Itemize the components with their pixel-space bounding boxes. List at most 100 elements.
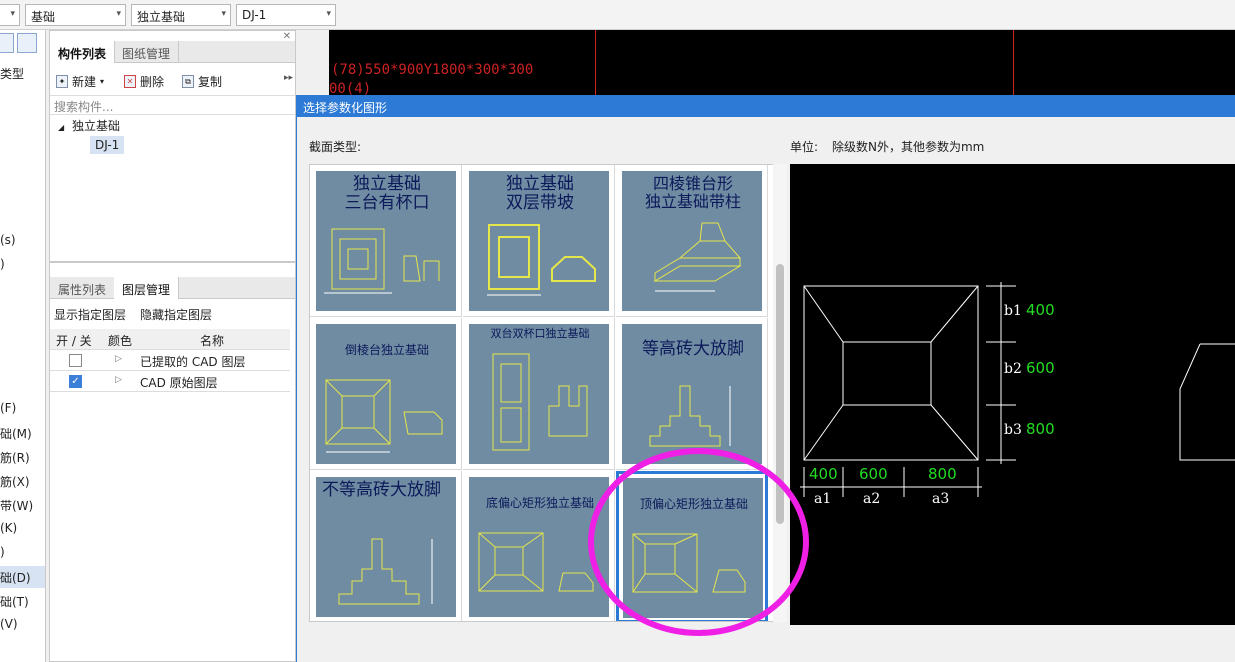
chevron-down-icon: ▾ xyxy=(326,9,331,19)
shape-grid-scrollbar[interactable] xyxy=(773,164,787,622)
dim-label-a2: a2 xyxy=(863,491,881,507)
shape-thumbnail: 倒棱台独立基础 xyxy=(316,324,456,464)
shape-diagram-icon xyxy=(492,353,588,451)
shape-cell[interactable]: 独立基础 三台有杯口 xyxy=(310,165,462,317)
top-toolbar: ▾ 基础 ▾ 独立基础 ▾ DJ-1 ▾ xyxy=(0,0,1235,30)
nav-item[interactable]: ) xyxy=(0,542,45,564)
item-combo-value: DJ-1 xyxy=(242,8,267,22)
shape-title: 不等高砖大放脚 xyxy=(322,480,441,500)
layer-checkbox-checked[interactable]: ✓ xyxy=(69,375,82,388)
unit-text: 除级数N外，其他参数为mm xyxy=(832,140,985,154)
nav-item[interactable]: ) xyxy=(0,254,45,276)
nav-item[interactable]: 础(M) xyxy=(0,422,45,444)
layer-name: 已提取的 CAD 图层 xyxy=(140,355,246,369)
nav-item[interactable]: (K) xyxy=(0,518,45,540)
layer-row[interactable]: ✓ ▷ CAD 原始图层 xyxy=(50,371,290,392)
expand-icon[interactable]: ▷ xyxy=(115,354,122,364)
shape-cell[interactable]: 四棱锥台形 独立基础带柱 xyxy=(616,165,768,317)
tab-layer-management[interactable]: 图层管理 xyxy=(114,277,180,299)
col-onoff: 开 / 关 xyxy=(56,334,92,348)
shape-thumbnail: 独立基础 三台有杯口 xyxy=(316,171,456,311)
expand-icon[interactable]: ▷ xyxy=(115,375,122,385)
nav-item[interactable]: 类型 xyxy=(0,62,45,84)
new-button[interactable]: ✦ 新建 ▾ xyxy=(56,71,104,91)
tree-item-dj1[interactable]: DJ-1 xyxy=(90,136,125,154)
chevron-down-icon: ▾ xyxy=(221,9,226,19)
shape-preview: b1 400 b2 600 b3 800 400 600 800 a1 a2 a… xyxy=(790,164,1235,625)
shape-thumbnail: 四棱锥台形 独立基础带柱 xyxy=(622,171,762,311)
shape-cell[interactable]: 底偏心矩形独立基础 xyxy=(463,471,615,621)
col-color: 颜色 xyxy=(108,334,133,348)
shape-cell[interactable]: 独立基础 双层带坡 xyxy=(463,165,615,317)
dim-value-a3: 800 xyxy=(928,465,957,483)
copy-button[interactable]: ⧉ 复制 xyxy=(182,71,222,91)
dim-label-b2: b2 xyxy=(1004,361,1022,377)
preview-drawing xyxy=(800,282,1235,497)
dim-value-a2: 600 xyxy=(859,465,888,483)
type-combo[interactable]: 独立基础 ▾ xyxy=(131,4,231,26)
shape-title: 底偏心矩形独立基础 xyxy=(485,496,594,510)
nav-item[interactable]: (s) xyxy=(0,230,45,252)
tree-root-label: 独立基础 xyxy=(71,119,120,133)
cad-canvas[interactable]: (78)550*900Y1800*300*300 00(4) xyxy=(329,30,1235,97)
cad-axis-line xyxy=(595,30,596,95)
new-icon: ✦ xyxy=(56,74,68,88)
shape-cell[interactable]: 等高砖大放脚 xyxy=(616,318,768,470)
show-layer-button[interactable]: 显示指定图层 xyxy=(54,306,126,323)
shape-thumbnail: 不等高砖大放脚 xyxy=(316,477,456,617)
chevron-down-icon: ▾ xyxy=(116,9,121,19)
nav-item[interactable]: 础(T) xyxy=(0,590,45,612)
nav-item[interactable]: (F) xyxy=(0,398,45,420)
scrollbar-thumb[interactable] xyxy=(776,264,784,524)
shape-cell[interactable]: 双台双杯口独立基础 xyxy=(463,318,615,470)
new-label: 新建 xyxy=(72,74,97,89)
list-view-icon[interactable] xyxy=(0,33,14,53)
layer-tabs: 属性列表 图层管理 xyxy=(50,277,295,299)
dim-label-b1: b1 xyxy=(1004,303,1022,319)
type-combo-value: 独立基础 xyxy=(137,10,186,24)
nav-item[interactable]: 筋(R) xyxy=(0,446,45,468)
nav-item[interactable]: (V) xyxy=(0,614,45,636)
nav-item-selected[interactable]: 础(D) xyxy=(0,566,45,588)
cad-axis-line xyxy=(1013,30,1014,95)
delete-button[interactable]: ✕ 删除 xyxy=(124,71,164,91)
shape-cell[interactable]: 倒棱台独立基础 xyxy=(310,318,462,470)
item-combo[interactable]: DJ-1 ▾ xyxy=(236,4,336,26)
layer-table-header: 开 / 关 颜色 名称 xyxy=(50,329,290,350)
select-shape-dialog: 选择参数化图形 截面类型: 单位: 除级数N外，其他参数为mm 独立基础 三台有… xyxy=(296,95,1235,662)
search-input[interactable]: 搜索构件... xyxy=(50,95,295,115)
nav-item[interactable]: 筋(X) xyxy=(0,470,45,492)
shape-title: 独立基础 三台有杯口 xyxy=(344,174,430,213)
tree-root[interactable]: ◢ 独立基础 xyxy=(58,117,120,134)
hide-layer-button[interactable]: 隐藏指定图层 xyxy=(140,306,212,323)
tree-expand-icon: ◢ xyxy=(58,123,65,132)
card-view-icon[interactable] xyxy=(17,33,37,53)
dim-value-b2: 600 xyxy=(1026,359,1055,377)
layer-checkbox[interactable] xyxy=(69,354,82,367)
tab-drawing-management[interactable]: 图纸管理 xyxy=(114,41,180,63)
shape-diagram-icon xyxy=(325,379,443,453)
tab-property-list[interactable]: 属性列表 xyxy=(50,277,116,299)
shape-title: 独立基础 双层带坡 xyxy=(506,174,574,213)
combo-partial[interactable]: ▾ xyxy=(0,4,20,26)
shape-title: 等高砖大放脚 xyxy=(642,339,744,359)
shape-cell-selected[interactable]: 顶偏心矩形独立基础 xyxy=(616,471,768,621)
dim-value-b1: 400 xyxy=(1026,301,1055,319)
shape-thumbnail: 双台双杯口独立基础 xyxy=(469,324,609,464)
shape-title: 四棱锥台形 独立基础带柱 xyxy=(644,174,741,211)
shape-diagram-icon xyxy=(632,533,746,593)
layer-name: CAD 原始图层 xyxy=(140,376,218,390)
category-combo[interactable]: 基础 ▾ xyxy=(25,4,126,26)
shape-thumbnail: 等高砖大放脚 xyxy=(622,324,762,464)
component-panel: ✕ 构件列表 图纸管理 ✦ 新建 ▾ ✕ 删除 ⧉ 复制 ▸▸ 搜索构件... … xyxy=(49,30,296,262)
nav-item[interactable]: 带(W) xyxy=(0,494,45,516)
tab-component-list[interactable]: 构件列表 xyxy=(50,41,116,63)
shape-grid: 独立基础 三台有杯口 独立基础 双层带坡 四棱锥台形 独立基础带柱 倒棱台独立基… xyxy=(309,164,784,622)
component-tabs: 构件列表 图纸管理 xyxy=(50,41,295,63)
layer-row[interactable]: ▷ 已提取的 CAD 图层 xyxy=(50,350,290,371)
delete-icon: ✕ xyxy=(124,74,136,88)
shape-cell[interactable]: 不等高砖大放脚 xyxy=(310,471,462,621)
delete-label: 删除 xyxy=(140,74,165,89)
more-icon[interactable]: ▸▸ xyxy=(284,73,293,83)
dim-label-a3: a3 xyxy=(932,491,950,507)
